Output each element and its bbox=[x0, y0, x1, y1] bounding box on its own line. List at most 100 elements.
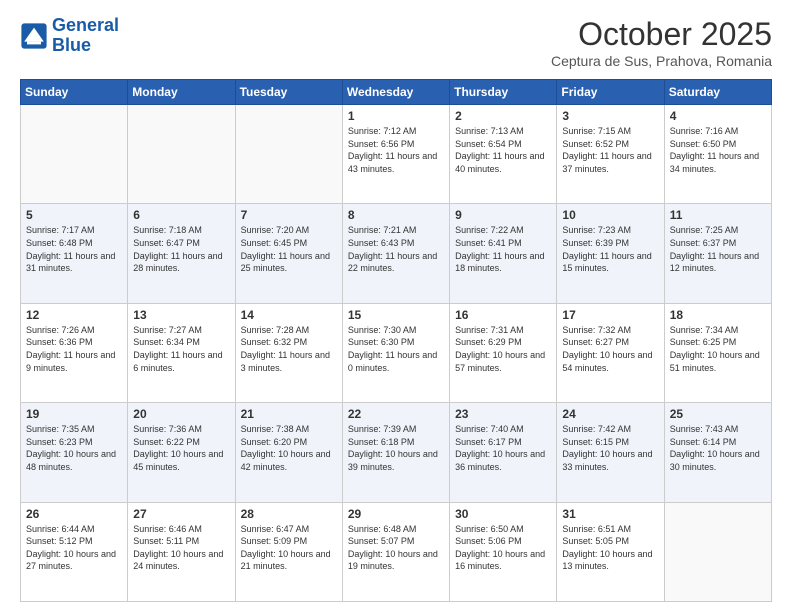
day-cell-10: 10 Sunrise: 7:23 AM Sunset: 6:39 PM Dayli… bbox=[557, 204, 664, 303]
day-number: 2 bbox=[455, 109, 551, 123]
empty-cell bbox=[235, 105, 342, 204]
day-cell-24: 24Sunrise: 7:42 AM Sunset: 6:15 PM Dayli… bbox=[557, 403, 664, 502]
day-cell-25: 25 Sunrise: 7:43 AM Sunset: 6:14 PM Dayli… bbox=[664, 403, 771, 502]
day-info: Sunrise: 7:43 AM Sunset: 6:14 PM Dayligh… bbox=[670, 423, 766, 473]
day-number: 29 bbox=[348, 507, 444, 521]
day-number: 8 bbox=[348, 208, 444, 222]
logo-icon bbox=[20, 22, 48, 50]
day-number: 9 bbox=[455, 208, 551, 222]
day-cell-17: 17Sunrise: 7:32 AM Sunset: 6:27 PM Dayli… bbox=[557, 303, 664, 402]
day-info: Sunrise: 7:38 AM Sunset: 6:20 PM Dayligh… bbox=[241, 423, 337, 473]
empty-cell bbox=[128, 105, 235, 204]
day-number: 6 bbox=[133, 208, 229, 222]
week-row-1: 1 Sunrise: 7:12 AM Sunset: 6:56 PM Daylig… bbox=[21, 105, 772, 204]
day-cell-22: 22 Sunrise: 7:39 AM Sunset: 6:18 PM Dayli… bbox=[342, 403, 449, 502]
day-info: Sunrise: 7:12 AM Sunset: 6:56 PM Dayligh… bbox=[348, 125, 444, 175]
day-number: 3 bbox=[562, 109, 658, 123]
day-cell-31: 31 Sunrise: 6:51 AM Sunset: 5:05 PM Dayli… bbox=[557, 502, 664, 601]
day-cell-19: 19 Sunrise: 7:35 AM Sunset: 6:23 PM Dayli… bbox=[21, 403, 128, 502]
empty-cell bbox=[664, 502, 771, 601]
day-number: 5 bbox=[26, 208, 122, 222]
day-info: Sunrise: 6:44 AM Sunset: 5:12 PM Dayligh… bbox=[26, 523, 122, 573]
day-cell-16: 16 Sunrise: 7:31 AM Sunset: 6:29 PM Dayli… bbox=[450, 303, 557, 402]
day-number: 1 bbox=[348, 109, 444, 123]
day-number: 4 bbox=[670, 109, 766, 123]
day-info: Sunrise: 7:27 AM Sunset: 6:34 PM Dayligh… bbox=[133, 324, 229, 374]
day-info: Sunrise: 7:21 AM Sunset: 6:43 PM Dayligh… bbox=[348, 224, 444, 274]
day-info: Sunrise: 7:17 AM Sunset: 6:48 PM Dayligh… bbox=[26, 224, 122, 274]
day-info: Sunrise: 7:18 AM Sunset: 6:47 PM Dayligh… bbox=[133, 224, 229, 274]
day-number: 15 bbox=[348, 308, 444, 322]
day-info: Sunrise: 7:28 AM Sunset: 6:32 PM Dayligh… bbox=[241, 324, 337, 374]
day-number: 7 bbox=[241, 208, 337, 222]
day-info: Sunrise: 7:34 AM Sunset: 6:25 PM Dayligh… bbox=[670, 324, 766, 374]
day-info: Sunrise: 7:25 AM Sunset: 6:37 PM Dayligh… bbox=[670, 224, 766, 274]
logo-blue: Blue bbox=[52, 35, 91, 55]
day-info: Sunrise: 7:40 AM Sunset: 6:17 PM Dayligh… bbox=[455, 423, 551, 473]
day-number: 30 bbox=[455, 507, 551, 521]
day-number: 14 bbox=[241, 308, 337, 322]
day-info: Sunrise: 7:13 AM Sunset: 6:54 PM Dayligh… bbox=[455, 125, 551, 175]
day-number: 28 bbox=[241, 507, 337, 521]
title-block: October 2025 Ceptura de Sus, Prahova, Ro… bbox=[551, 16, 772, 69]
empty-cell bbox=[21, 105, 128, 204]
week-row-4: 19 Sunrise: 7:35 AM Sunset: 6:23 PM Dayli… bbox=[21, 403, 772, 502]
day-info: Sunrise: 6:51 AM Sunset: 5:05 PM Dayligh… bbox=[562, 523, 658, 573]
calendar-table: SundayMondayTuesdayWednesdayThursdayFrid… bbox=[20, 79, 772, 602]
weekday-header-wednesday: Wednesday bbox=[342, 80, 449, 105]
weekday-header-row: SundayMondayTuesdayWednesdayThursdayFrid… bbox=[21, 80, 772, 105]
day-number: 19 bbox=[26, 407, 122, 421]
day-cell-12: 12Sunrise: 7:26 AM Sunset: 6:36 PM Dayli… bbox=[21, 303, 128, 402]
day-info: Sunrise: 7:39 AM Sunset: 6:18 PM Dayligh… bbox=[348, 423, 444, 473]
day-info: Sunrise: 7:32 AM Sunset: 6:27 PM Dayligh… bbox=[562, 324, 658, 374]
day-cell-1: 1 Sunrise: 7:12 AM Sunset: 6:56 PM Daylig… bbox=[342, 105, 449, 204]
day-number: 22 bbox=[348, 407, 444, 421]
day-number: 21 bbox=[241, 407, 337, 421]
day-cell-30: 30 Sunrise: 6:50 AM Sunset: 5:06 PM Dayli… bbox=[450, 502, 557, 601]
day-info: Sunrise: 7:36 AM Sunset: 6:22 PM Dayligh… bbox=[133, 423, 229, 473]
day-cell-7: 7Sunrise: 7:20 AM Sunset: 6:45 PM Daylig… bbox=[235, 204, 342, 303]
day-cell-21: 21 Sunrise: 7:38 AM Sunset: 6:20 PM Dayli… bbox=[235, 403, 342, 502]
day-number: 26 bbox=[26, 507, 122, 521]
day-info: Sunrise: 6:46 AM Sunset: 5:11 PM Dayligh… bbox=[133, 523, 229, 573]
day-info: Sunrise: 7:30 AM Sunset: 6:30 PM Dayligh… bbox=[348, 324, 444, 374]
day-info: Sunrise: 7:23 AM Sunset: 6:39 PM Dayligh… bbox=[562, 224, 658, 274]
day-number: 25 bbox=[670, 407, 766, 421]
day-info: Sunrise: 6:48 AM Sunset: 5:07 PM Dayligh… bbox=[348, 523, 444, 573]
day-cell-2: 2 Sunrise: 7:13 AM Sunset: 6:54 PM Daylig… bbox=[450, 105, 557, 204]
logo-text: General Blue bbox=[52, 16, 119, 56]
day-cell-11: 11 Sunrise: 7:25 AM Sunset: 6:37 PM Dayli… bbox=[664, 204, 771, 303]
day-number: 16 bbox=[455, 308, 551, 322]
day-info: Sunrise: 7:31 AM Sunset: 6:29 PM Dayligh… bbox=[455, 324, 551, 374]
day-cell-3: 3Sunrise: 7:15 AM Sunset: 6:52 PM Daylig… bbox=[557, 105, 664, 204]
day-number: 18 bbox=[670, 308, 766, 322]
day-number: 27 bbox=[133, 507, 229, 521]
day-info: Sunrise: 7:22 AM Sunset: 6:41 PM Dayligh… bbox=[455, 224, 551, 274]
day-info: Sunrise: 6:50 AM Sunset: 5:06 PM Dayligh… bbox=[455, 523, 551, 573]
day-cell-26: 26 Sunrise: 6:44 AM Sunset: 5:12 PM Dayli… bbox=[21, 502, 128, 601]
weekday-header-monday: Monday bbox=[128, 80, 235, 105]
day-cell-9: 9 Sunrise: 7:22 AM Sunset: 6:41 PM Daylig… bbox=[450, 204, 557, 303]
weekday-header-saturday: Saturday bbox=[664, 80, 771, 105]
day-cell-5: 5 Sunrise: 7:17 AM Sunset: 6:48 PM Daylig… bbox=[21, 204, 128, 303]
day-info: Sunrise: 7:26 AM Sunset: 6:36 PM Dayligh… bbox=[26, 324, 122, 374]
week-row-2: 5 Sunrise: 7:17 AM Sunset: 6:48 PM Daylig… bbox=[21, 204, 772, 303]
day-number: 20 bbox=[133, 407, 229, 421]
day-info: Sunrise: 7:35 AM Sunset: 6:23 PM Dayligh… bbox=[26, 423, 122, 473]
day-cell-4: 4 Sunrise: 7:16 AM Sunset: 6:50 PM Daylig… bbox=[664, 105, 771, 204]
day-info: Sunrise: 7:16 AM Sunset: 6:50 PM Dayligh… bbox=[670, 125, 766, 175]
day-number: 31 bbox=[562, 507, 658, 521]
day-number: 10 bbox=[562, 208, 658, 222]
month-title: October 2025 bbox=[551, 16, 772, 53]
week-row-5: 26 Sunrise: 6:44 AM Sunset: 5:12 PM Dayli… bbox=[21, 502, 772, 601]
day-cell-28: 28 Sunrise: 6:47 AM Sunset: 5:09 PM Dayli… bbox=[235, 502, 342, 601]
day-number: 11 bbox=[670, 208, 766, 222]
weekday-header-sunday: Sunday bbox=[21, 80, 128, 105]
day-info: Sunrise: 6:47 AM Sunset: 5:09 PM Dayligh… bbox=[241, 523, 337, 573]
weekday-header-thursday: Thursday bbox=[450, 80, 557, 105]
week-row-3: 12Sunrise: 7:26 AM Sunset: 6:36 PM Dayli… bbox=[21, 303, 772, 402]
day-cell-20: 20 Sunrise: 7:36 AM Sunset: 6:22 PM Dayli… bbox=[128, 403, 235, 502]
day-info: Sunrise: 7:42 AM Sunset: 6:15 PM Dayligh… bbox=[562, 423, 658, 473]
day-number: 13 bbox=[133, 308, 229, 322]
location: Ceptura de Sus, Prahova, Romania bbox=[551, 53, 772, 69]
